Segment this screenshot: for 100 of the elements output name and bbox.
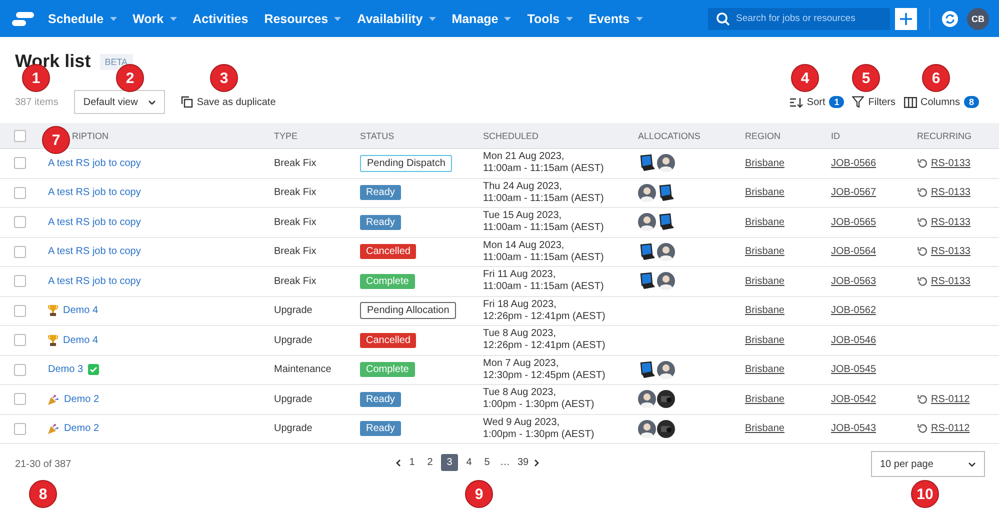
columns-button[interactable]: Columns 8 — [904, 96, 979, 108]
job-id-link[interactable]: JOB-0565 — [831, 216, 876, 228]
job-link[interactable]: Demo 4 — [63, 334, 98, 346]
logo-icon[interactable] — [12, 12, 34, 26]
laptop-icon — [657, 184, 675, 202]
job-link[interactable]: Demo 2 — [64, 423, 100, 434]
region-link[interactable]: Brisbane — [745, 158, 784, 169]
column-header[interactable]: RIPTION — [72, 130, 109, 140]
nav-menu-item[interactable]: Tools — [527, 12, 573, 26]
row-checkbox[interactable] — [14, 334, 26, 346]
job-id-link[interactable]: JOB-0543 — [831, 423, 876, 434]
schedule-cell: Mon 14 Aug 2023, 11:00am - 11:15am (AEST) — [483, 240, 604, 263]
column-header[interactable]: ALLOCATIONS — [638, 130, 700, 140]
type-cell: Break Fix — [274, 216, 316, 228]
column-header[interactable]: REGION — [745, 130, 781, 140]
nav-menu-item[interactable]: Activities — [192, 12, 248, 26]
machine-icon — [657, 390, 675, 408]
job-id-link[interactable]: JOB-0542 — [831, 394, 876, 405]
type-cell: Upgrade — [274, 394, 312, 405]
job-link[interactable]: A test RS job to copy — [48, 276, 141, 287]
job-id-link[interactable]: JOB-0567 — [831, 187, 876, 198]
type-cell: Maintenance — [274, 364, 332, 376]
recurring-link[interactable]: RS-0133 — [931, 158, 970, 169]
job-link[interactable]: Demo 3 — [48, 364, 84, 376]
recurring-link[interactable]: RS-0112 — [931, 394, 970, 405]
nav-menu-item[interactable]: Manage — [452, 12, 512, 26]
region-link[interactable]: Brisbane — [745, 305, 784, 316]
job-id-link[interactable]: JOB-0564 — [831, 246, 876, 258]
next-page-icon[interactable] — [534, 458, 540, 466]
nav-menu-item[interactable]: Events — [588, 12, 643, 26]
type-cell: Upgrade — [274, 305, 312, 316]
row-checkbox[interactable] — [14, 275, 26, 288]
page-button[interactable]: 4 — [462, 454, 476, 471]
sync-icon[interactable] — [942, 10, 958, 26]
job-id-link[interactable]: JOB-0545 — [831, 364, 876, 376]
page-button[interactable]: 3 — [441, 454, 458, 471]
person-avatar — [638, 390, 656, 408]
region-link[interactable]: Brisbane — [745, 334, 784, 346]
sort-button[interactable]: Sort 1 — [790, 96, 844, 108]
row-checkbox[interactable] — [14, 246, 26, 258]
job-link[interactable]: A test RS job to copy — [48, 216, 141, 228]
region-link[interactable]: Brisbane — [745, 187, 784, 198]
row-checkbox[interactable] — [14, 157, 26, 170]
recurring-link[interactable]: RS-0133 — [931, 216, 970, 228]
filters-button[interactable]: Filters — [852, 96, 896, 108]
recurring-link[interactable]: RS-0133 — [931, 276, 970, 287]
column-header[interactable]: STATUS — [360, 130, 394, 140]
region-link[interactable]: Brisbane — [745, 364, 784, 376]
job-id-link[interactable]: JOB-0566 — [831, 158, 876, 169]
job-id-link[interactable]: JOB-0562 — [831, 305, 876, 316]
job-id-link[interactable]: JOB-0563 — [831, 276, 876, 287]
column-header[interactable]: ID — [831, 130, 840, 140]
recurring-link[interactable]: RS-0133 — [931, 246, 970, 258]
status-badge: Cancelled — [360, 332, 416, 348]
check-icon — [88, 364, 100, 376]
region-link[interactable]: Brisbane — [745, 216, 784, 228]
job-link[interactable]: Demo 4 — [63, 305, 98, 316]
recurring-link[interactable]: RS-0133 — [931, 187, 970, 198]
schedule-cell: Tue 8 Aug 2023, 1:00pm - 1:30pm (AEST) — [483, 387, 594, 410]
caret-icon — [636, 16, 643, 20]
page-button[interactable]: 39 — [516, 454, 530, 471]
previous-page-icon[interactable] — [395, 458, 401, 466]
caret-icon — [428, 16, 436, 20]
per-page-dropdown[interactable]: 10 per page — [871, 451, 985, 477]
page-button[interactable]: 2 — [423, 454, 437, 471]
nav-menu-item[interactable]: Resources — [264, 12, 342, 26]
user-avatar[interactable]: CB — [967, 8, 989, 30]
page-button[interactable]: 1 — [405, 454, 419, 471]
job-id-link[interactable]: JOB-0546 — [831, 334, 876, 346]
row-checkbox[interactable] — [14, 304, 26, 317]
row-checkbox[interactable] — [14, 422, 26, 435]
region-link[interactable]: Brisbane — [745, 246, 784, 258]
job-link[interactable]: A test RS job to copy — [48, 187, 141, 198]
region-link[interactable]: Brisbane — [745, 423, 784, 434]
region-link[interactable]: Brisbane — [745, 276, 784, 287]
row-checkbox[interactable] — [14, 186, 26, 199]
column-header[interactable]: TYPE — [274, 130, 298, 140]
job-link[interactable]: A test RS job to copy — [48, 246, 141, 258]
nav-menu-item[interactable]: Schedule — [48, 12, 117, 26]
view-dropdown[interactable]: Default view — [74, 90, 165, 114]
row-checkbox[interactable] — [14, 216, 26, 228]
search-field[interactable]: Search for jobs or resources — [708, 8, 890, 30]
callout-marker: 4 — [791, 64, 819, 92]
column-header[interactable]: SCHEDULED — [483, 130, 539, 140]
type-cell: Break Fix — [274, 158, 316, 169]
save-as-duplicate-button[interactable]: Save as duplicate — [180, 96, 276, 108]
row-checkbox[interactable] — [14, 393, 26, 406]
select-all-checkbox[interactable] — [14, 130, 26, 142]
job-link[interactable]: A test RS job to copy — [48, 158, 141, 169]
add-button[interactable] — [895, 8, 917, 30]
nav-menu-item[interactable]: Availability — [357, 12, 436, 26]
row-checkbox[interactable] — [14, 364, 26, 376]
column-header[interactable]: RECURRING — [917, 130, 972, 140]
nav-menu-item[interactable]: Work — [132, 12, 177, 26]
page-button[interactable]: 5 — [480, 454, 494, 471]
job-link[interactable]: Demo 2 — [64, 394, 100, 405]
region-link[interactable]: Brisbane — [745, 394, 784, 405]
page-button[interactable]: … — [498, 454, 512, 471]
party-popper-icon — [48, 394, 59, 405]
recurring-link[interactable]: RS-0112 — [931, 423, 970, 434]
